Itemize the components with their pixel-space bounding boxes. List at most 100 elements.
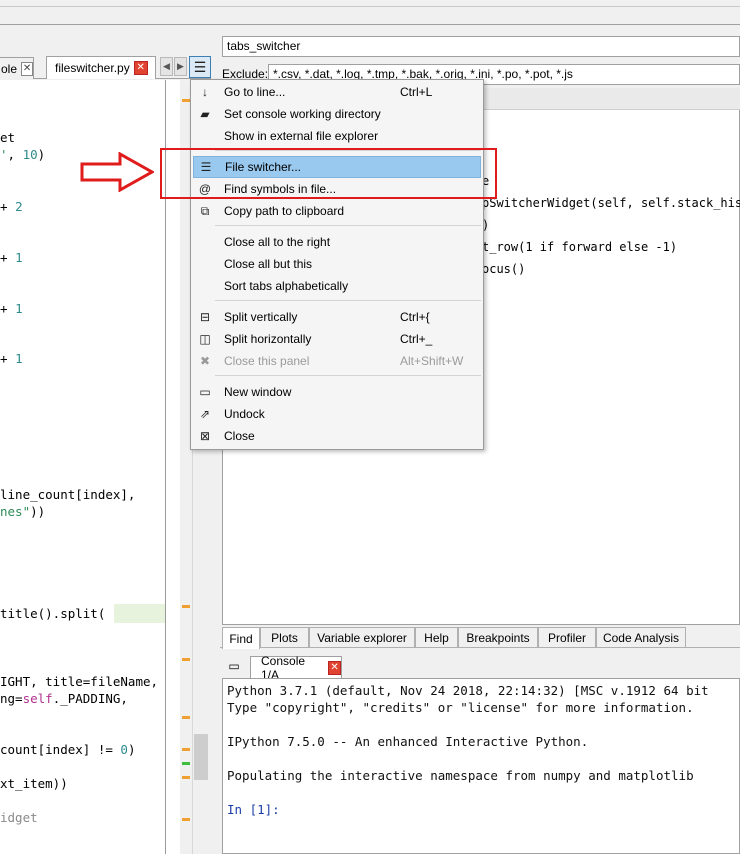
menu-item-shortcut: Ctrl+L xyxy=(400,85,433,99)
menu-item-copy-path-to-clipboard[interactable]: ⧉ Copy path to clipboard xyxy=(193,200,481,222)
close-tab-icon[interactable]: ✕ xyxy=(133,61,148,75)
menu-item-close[interactable]: ⊠ Close xyxy=(193,425,481,447)
menu-item-label: Close all to the right xyxy=(224,235,331,249)
editor-options-menu: ↓ Go to line... Ctrl+L ▰ Set console working… xyxy=(190,79,484,450)
menu-item-shortcut: Ctrl+_ xyxy=(400,332,433,346)
console-line: IPython 7.5.0 -- An enhanced Interactive… xyxy=(227,734,589,749)
warning-marker xyxy=(182,605,190,608)
warning-marker xyxy=(182,818,190,821)
warning-marker xyxy=(182,716,190,719)
close-icon: ⊠ xyxy=(199,429,211,443)
tab-find[interactable]: Find xyxy=(222,627,260,649)
menu-item-label: Go to line... xyxy=(224,85,286,99)
menu-item-close-all-to-the-right[interactable]: Close all to the right xyxy=(193,231,481,253)
code-line: line_count[index], xyxy=(0,487,136,502)
menu-item-undock[interactable]: ⇗ Undock xyxy=(193,403,481,425)
menu-item-label: Set console working directory xyxy=(224,107,381,121)
close-console-icon[interactable]: ✕ xyxy=(328,660,341,675)
menu-separator xyxy=(215,375,481,376)
menu-item-close-this-panel: ✖ Close this panel Alt+Shift+W xyxy=(193,350,481,372)
tab-breakpoints[interactable]: Breakpoints xyxy=(458,627,538,648)
menu-item-close-all-but-this[interactable]: Close all but this xyxy=(193,253,481,275)
menu-item-set-console-working-directory[interactable]: ▰ Set console working directory xyxy=(193,103,481,125)
warning-marker xyxy=(182,776,190,779)
result-line[interactable]: pSwitcherWidget(self, self.stack_hist xyxy=(482,196,740,210)
hamburger-icon: ☰ xyxy=(193,58,207,75)
menu-item-label: Close xyxy=(224,429,255,443)
code-line: et xyxy=(0,130,16,145)
console-options-icon[interactable]: ▭ xyxy=(226,659,242,673)
code-line: idget xyxy=(0,810,38,825)
result-line[interactable]: t_row(1 if forward else -1) xyxy=(482,240,677,254)
code-editor[interactable]: et ', 10) + 2 + 1 + 1 + 1 line_count[index],ne… xyxy=(0,80,166,854)
console-tab[interactable]: Console 1/A ✕ xyxy=(250,654,342,682)
menu-item-label: Close this panel xyxy=(224,354,310,368)
tab-help[interactable]: Help xyxy=(415,627,458,648)
code-line: xt_item)) xyxy=(0,776,68,791)
code-line: title().split( xyxy=(0,606,106,621)
divider xyxy=(0,24,740,25)
menu-item-label: Copy path to clipboard xyxy=(224,204,345,218)
menu-separator xyxy=(215,225,481,226)
tab-profiler[interactable]: Profiler xyxy=(538,627,596,648)
top-strip xyxy=(0,0,740,30)
code-line: + 1 xyxy=(0,250,23,265)
options-menu-button[interactable]: ☰ xyxy=(189,56,211,78)
console-prompt[interactable]: In [1]: xyxy=(227,802,280,817)
menu-item-new-window[interactable]: ▭ New window xyxy=(193,381,481,403)
editor-tab-console[interactable]: ole ✕ xyxy=(0,57,34,79)
close-tab-icon[interactable]: ✕ xyxy=(21,61,33,76)
tab-code-analysis[interactable]: Code Analysis xyxy=(596,627,686,648)
folder-icon: ▰ xyxy=(200,107,210,121)
code-line: + 1 xyxy=(0,301,23,316)
editor-scrollbar-thumb[interactable] xyxy=(194,734,208,780)
new-window-icon: ▭ xyxy=(199,385,211,399)
line-highlight xyxy=(114,604,166,623)
warning-marker xyxy=(182,99,190,102)
code-line: IGHT, title=fileName, xyxy=(0,674,159,689)
ipython-console[interactable]: Python 3.7.1 (default, Nov 24 2018, 22:1… xyxy=(222,678,740,854)
tab-variable-explorer[interactable]: Variable explorer xyxy=(309,627,415,648)
split-vertical-icon: ⊟ xyxy=(199,310,211,324)
divider xyxy=(0,6,740,7)
code-line: ', 10) xyxy=(0,147,46,162)
code-line: count[index] != 0) xyxy=(0,742,136,757)
code-line: + 2 xyxy=(0,199,23,214)
menu-item-label: New window xyxy=(224,385,292,399)
highlight-box xyxy=(160,148,497,199)
tab-label: fileswitcher.py xyxy=(55,61,130,75)
warning-marker xyxy=(182,748,190,751)
menu-item-show-in-external-file-explorer[interactable]: Show in external file explorer xyxy=(193,125,481,147)
tab-scroll-right-icon[interactable]: ▶ xyxy=(174,57,187,76)
copy-icon: ⧉ xyxy=(200,203,210,218)
close-panel-icon: ✖ xyxy=(199,354,211,368)
editor-tab-fileswitcher[interactable]: fileswitcher.py ✕ xyxy=(46,56,156,79)
menu-item-label: Undock xyxy=(224,407,265,421)
menu-item-go-to-line[interactable]: ↓ Go to line... Ctrl+L xyxy=(193,81,481,103)
menu-item-split-vertically[interactable]: ⊟ Split vertically Ctrl+{ xyxy=(193,306,481,328)
menu-item-label: Close all but this xyxy=(224,257,313,271)
menu-item-shortcut: Alt+Shift+W xyxy=(400,354,464,368)
menu-item-split-horizontally[interactable]: ◫ Split horizontally Ctrl+_ xyxy=(193,328,481,350)
console-line: Populating the interactive namespace fro… xyxy=(227,768,694,783)
menu-item-label: Show in external file explorer xyxy=(224,129,379,143)
tab-plots[interactable]: Plots xyxy=(260,627,309,648)
console-line: Type "copyright", "credits" or "license"… xyxy=(227,700,694,715)
warning-marker xyxy=(182,658,190,661)
goto-line-icon: ↓ xyxy=(202,85,208,99)
tab-label: ole xyxy=(1,61,18,76)
menu-separator xyxy=(215,300,481,301)
undock-icon: ⇗ xyxy=(199,407,211,421)
tab-scroll-left-icon[interactable]: ◀ xyxy=(160,57,173,76)
code-line: + 1 xyxy=(0,351,23,366)
code-line: nes")) xyxy=(0,504,46,519)
menu-item-label: Split vertically xyxy=(224,310,298,324)
console-line: Python 3.7.1 (default, Nov 24 2018, 22:1… xyxy=(227,683,709,698)
code-line: ng=self._PADDING, xyxy=(0,691,128,706)
result-line[interactable]: ocus() xyxy=(482,262,525,276)
menu-item-sort-tabs-alphabetically[interactable]: Sort tabs alphabetically xyxy=(193,275,481,297)
menu-item-label: Split horizontally xyxy=(224,332,312,346)
search-input[interactable]: tabs_switcher xyxy=(222,36,740,57)
annotation-arrow-icon xyxy=(80,152,154,192)
change-marker xyxy=(182,762,190,765)
